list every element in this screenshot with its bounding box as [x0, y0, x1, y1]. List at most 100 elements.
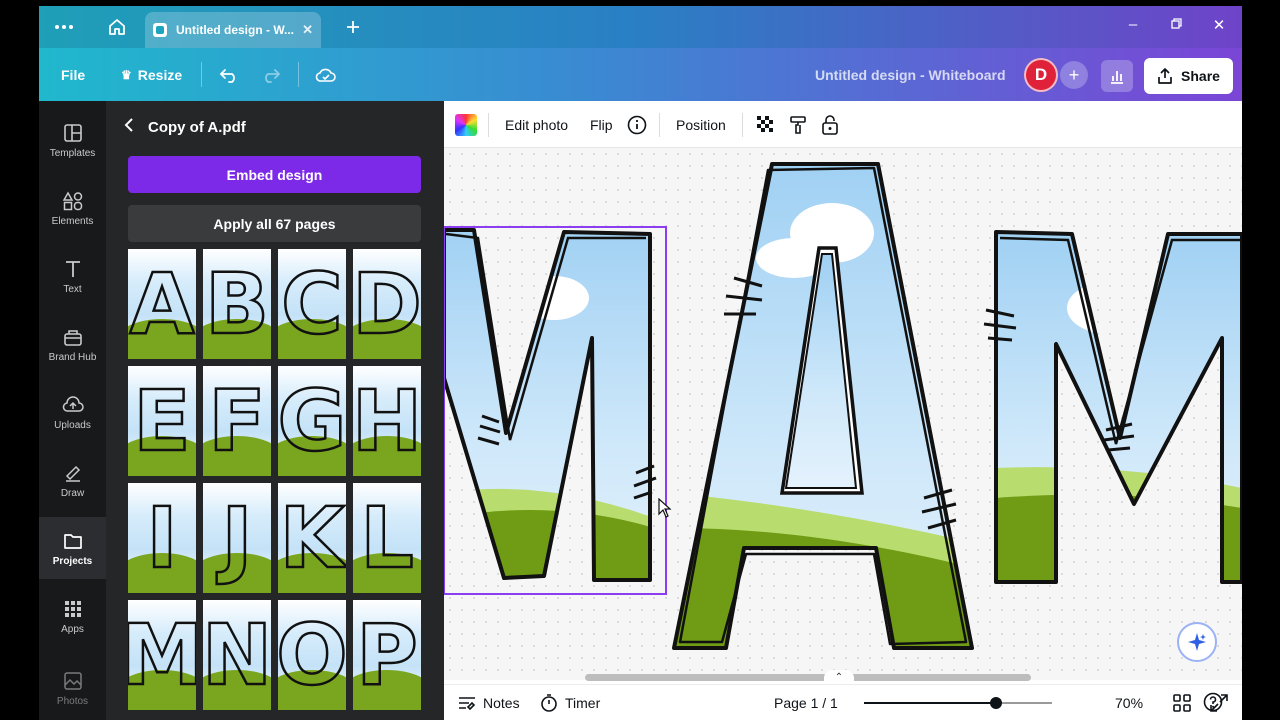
- file-menu-button[interactable]: File: [61, 48, 85, 101]
- page-thumbnail[interactable]: G: [278, 366, 346, 476]
- editor-footer: Notes Timer Page 1 / 1 70%: [444, 684, 1242, 720]
- canva-favicon-icon: [153, 23, 167, 37]
- help-icon: [1203, 692, 1223, 712]
- close-window-icon[interactable]: ✕: [1207, 16, 1231, 34]
- sidebar-item-draw[interactable]: Draw: [39, 449, 106, 511]
- thumbnail-letter: J: [220, 489, 254, 587]
- save-status-button[interactable]: [315, 48, 337, 101]
- notes-label: Notes: [483, 695, 520, 711]
- zoom-slider[interactable]: [864, 697, 1052, 709]
- draw-icon: [62, 462, 84, 484]
- undo-button[interactable]: [219, 48, 239, 101]
- share-button[interactable]: Share: [1144, 58, 1233, 94]
- sidebar-item-uploads[interactable]: Uploads: [39, 381, 106, 443]
- page-thumbnail[interactable]: H: [353, 366, 421, 476]
- position-button[interactable]: Position: [676, 101, 726, 148]
- more-icon[interactable]: [51, 14, 77, 40]
- sidebar-item-photos[interactable]: Photos: [39, 657, 106, 719]
- page-thumbnail[interactable]: I: [128, 483, 196, 593]
- letter-m-right[interactable]: [983, 228, 1242, 588]
- thumbnail-letter: A: [128, 255, 196, 353]
- page-thumbnail[interactable]: J: [203, 483, 271, 593]
- timer-icon: [541, 694, 557, 712]
- editor-toolbar: File ♛ Resize Untitled design - Whiteboa…: [39, 48, 1242, 101]
- panel-title: Copy of A.pdf: [148, 118, 246, 136]
- color-swatch-icon: [455, 113, 477, 136]
- help-button[interactable]: [1203, 692, 1223, 717]
- sidebar-item-label: Brand Hub: [48, 351, 97, 363]
- page-thumbnail[interactable]: N: [203, 600, 271, 710]
- templates-icon: [62, 122, 84, 144]
- page-thumbnail[interactable]: D: [353, 249, 421, 359]
- design-canvas[interactable]: [444, 148, 1242, 680]
- letter-m-left[interactable]: [444, 218, 664, 598]
- document-title[interactable]: Untitled design - Whiteboard: [815, 48, 1006, 101]
- page-thumbnail[interactable]: C: [278, 249, 346, 359]
- timer-button[interactable]: Timer: [540, 685, 600, 720]
- notes-button[interactable]: Notes: [458, 685, 520, 720]
- zoom-level[interactable]: 70%: [1115, 685, 1143, 720]
- avatar[interactable]: D: [1024, 58, 1058, 92]
- transparency-button[interactable]: [757, 101, 775, 148]
- sidebar-rail: Templates Elements Text Brand Hub Upload…: [39, 101, 106, 720]
- minimize-icon[interactable]: –: [1121, 16, 1145, 33]
- sidebar-item-label: Apps: [61, 623, 84, 635]
- page-thumbnail[interactable]: E: [128, 366, 196, 476]
- resize-label: Resize: [137, 66, 183, 83]
- page-thumbnail[interactable]: M: [128, 600, 196, 710]
- page-thumbnail[interactable]: O: [278, 600, 346, 710]
- page-thumbnail[interactable]: L: [353, 483, 421, 593]
- insights-button[interactable]: [1101, 60, 1133, 92]
- page-thumbnail[interactable]: B: [203, 249, 271, 359]
- browser-tab[interactable]: Untitled design - W... ✕: [145, 12, 321, 48]
- undo-icon: [219, 68, 235, 83]
- context-divider: [659, 113, 660, 137]
- copy-style-button[interactable]: [789, 101, 807, 148]
- lock-button[interactable]: [821, 101, 839, 148]
- grid-view-button[interactable]: [1173, 685, 1191, 720]
- edit-photo-button[interactable]: Edit photo: [505, 101, 568, 148]
- thumbnail-letter: P: [355, 606, 419, 704]
- mouse-cursor-icon: [658, 498, 672, 518]
- page-thumbnail[interactable]: F: [203, 366, 271, 476]
- resize-button[interactable]: ♛ Resize: [121, 48, 182, 101]
- paint-roller-icon: [790, 115, 806, 134]
- share-icon: [1158, 68, 1172, 84]
- home-icon[interactable]: [104, 14, 130, 40]
- apply-all-pages-button[interactable]: Apply all 67 pages: [128, 205, 421, 242]
- expand-pages-chevron-icon[interactable]: ⌃: [824, 670, 854, 684]
- canva-app: Untitled design - W... ✕ – ✕ File ♛ Resi…: [39, 6, 1242, 720]
- embed-design-button[interactable]: Embed design: [128, 156, 421, 193]
- sidebar-item-label: Projects: [52, 555, 93, 567]
- sidebar-item-apps[interactable]: Apps: [39, 585, 106, 647]
- share-label: Share: [1181, 68, 1220, 84]
- sidebar-item-text[interactable]: Text: [39, 245, 106, 307]
- page-thumbnail[interactable]: A: [128, 249, 196, 359]
- sidebar-item-label: Elements: [51, 215, 94, 227]
- magic-assistant-button[interactable]: [1177, 622, 1217, 662]
- info-button[interactable]: [627, 101, 647, 148]
- zoom-slider-thumb[interactable]: [989, 697, 1002, 709]
- sidebar-item-elements[interactable]: Elements: [39, 177, 106, 239]
- sidebar-item-label: Text: [63, 283, 82, 295]
- sidebar-item-projects[interactable]: Projects: [39, 517, 106, 579]
- sidebar-item-templates[interactable]: Templates: [39, 109, 106, 171]
- text-icon: [62, 258, 84, 280]
- page-thumbnail[interactable]: K: [278, 483, 346, 593]
- back-chevron-icon[interactable]: [124, 118, 134, 136]
- restore-icon[interactable]: [1164, 16, 1188, 33]
- horizontal-scrollbar[interactable]: [585, 674, 1031, 681]
- page-indicator[interactable]: Page 1 / 1: [774, 685, 838, 720]
- page-thumbnail[interactable]: P: [353, 600, 421, 710]
- redo-button[interactable]: [261, 48, 281, 101]
- zoom-slider-fill: [864, 702, 996, 704]
- new-tab-icon[interactable]: [340, 14, 366, 40]
- flip-button[interactable]: Flip: [590, 101, 613, 148]
- uploads-icon: [62, 394, 84, 416]
- sidebar-item-brand-hub[interactable]: Brand Hub: [39, 313, 106, 375]
- grid-view-icon: [1173, 694, 1191, 712]
- letter-a[interactable]: [664, 158, 984, 658]
- color-picker-button[interactable]: [455, 101, 477, 148]
- add-collaborator-button[interactable]: +: [1060, 61, 1088, 89]
- tab-close-icon[interactable]: ✕: [302, 22, 313, 38]
